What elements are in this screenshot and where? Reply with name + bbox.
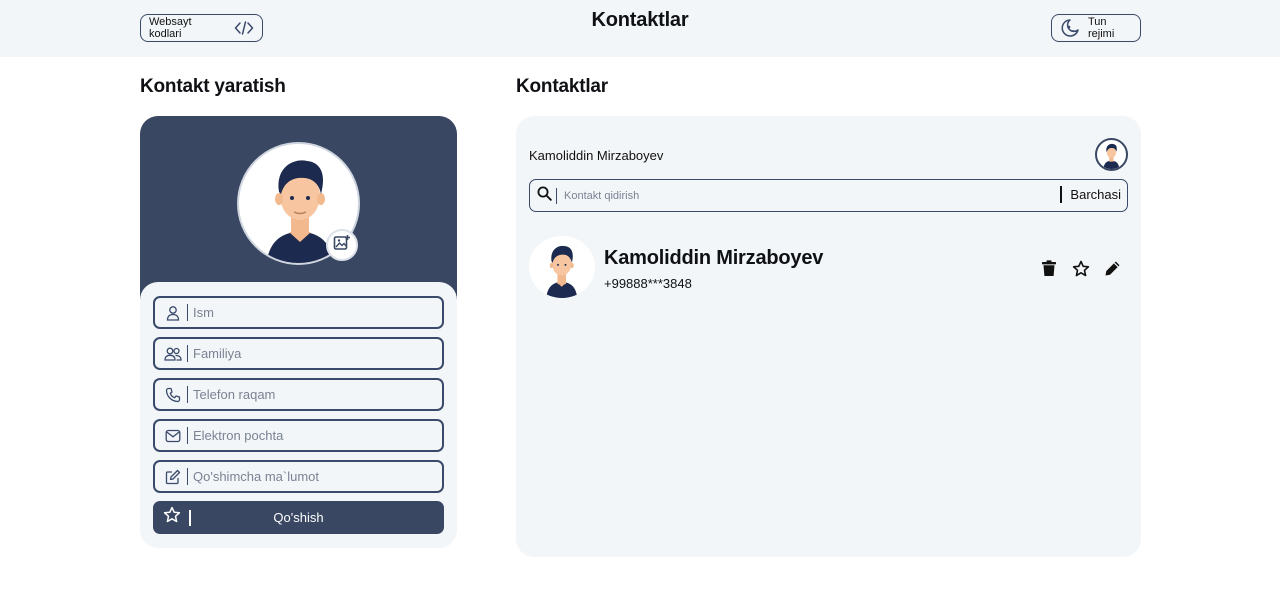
contacts-card: Kamoliddin Mirzaboyev Barchasi bbox=[516, 116, 1141, 557]
field-separator bbox=[187, 468, 188, 485]
dark-mode-label: Tun rejimi bbox=[1088, 16, 1115, 40]
search-icon bbox=[537, 186, 552, 206]
filter-dropdown[interactable]: Barchasi bbox=[1056, 186, 1121, 203]
moon-icon bbox=[1060, 18, 1080, 38]
contact-item[interactable]: Kamoliddin Mirzaboyev +99888***3848 bbox=[529, 236, 1128, 300]
dark-mode-button[interactable]: Tun rejimi bbox=[1051, 14, 1141, 42]
contact-name: Kamoliddin Mirzaboyev bbox=[604, 247, 824, 269]
user-icon bbox=[164, 304, 182, 322]
email-field[interactable] bbox=[153, 419, 444, 452]
create-contact-card: Qo'shish bbox=[140, 116, 457, 548]
search-input[interactable] bbox=[564, 189, 1044, 202]
contact-phone: +99888***3848 bbox=[604, 276, 692, 291]
last-name-input[interactable] bbox=[193, 346, 423, 361]
field-separator bbox=[187, 345, 188, 362]
phone-field[interactable] bbox=[153, 378, 444, 411]
phone-icon bbox=[164, 386, 182, 404]
current-user-avatar[interactable] bbox=[1095, 138, 1128, 171]
field-separator bbox=[187, 427, 188, 444]
filter-label: Barchasi bbox=[1070, 187, 1121, 202]
first-name-field[interactable] bbox=[153, 296, 444, 329]
current-user-name: Kamoliddin Mirzaboyev bbox=[529, 148, 664, 163]
contacts-section-title: Kontaktlar bbox=[516, 76, 608, 97]
first-name-input[interactable] bbox=[193, 305, 423, 320]
favorite-star-icon[interactable] bbox=[1071, 259, 1090, 278]
contact-avatar bbox=[529, 236, 595, 298]
phone-input[interactable] bbox=[193, 387, 423, 402]
field-separator bbox=[187, 386, 188, 403]
filter-separator bbox=[1060, 186, 1063, 203]
add-contact-button[interactable]: Qo'shish bbox=[153, 501, 444, 534]
mail-icon bbox=[164, 427, 182, 445]
top-bar: Websayt kodlari Kontaktlar Tun rejimi bbox=[0, 0, 1280, 57]
email-input[interactable] bbox=[193, 428, 423, 443]
last-name-field[interactable] bbox=[153, 337, 444, 370]
note-field[interactable] bbox=[153, 460, 444, 493]
users-icon bbox=[164, 345, 182, 363]
avatar-header bbox=[140, 116, 457, 301]
trash-icon[interactable] bbox=[1039, 259, 1058, 278]
edit-note-icon bbox=[164, 468, 182, 486]
field-separator bbox=[187, 304, 188, 321]
note-input[interactable] bbox=[193, 469, 423, 484]
form-area: Qo'shish bbox=[140, 282, 457, 548]
contact-actions bbox=[1039, 259, 1122, 278]
image-add-icon bbox=[333, 234, 351, 257]
add-contact-label: Qo'shish bbox=[273, 510, 324, 525]
search-separator bbox=[556, 187, 557, 204]
create-section-title: Kontakt yaratish bbox=[140, 76, 286, 97]
pencil-icon[interactable] bbox=[1103, 259, 1122, 278]
upload-photo-button[interactable] bbox=[326, 229, 358, 261]
search-box[interactable]: Barchasi bbox=[529, 179, 1128, 212]
